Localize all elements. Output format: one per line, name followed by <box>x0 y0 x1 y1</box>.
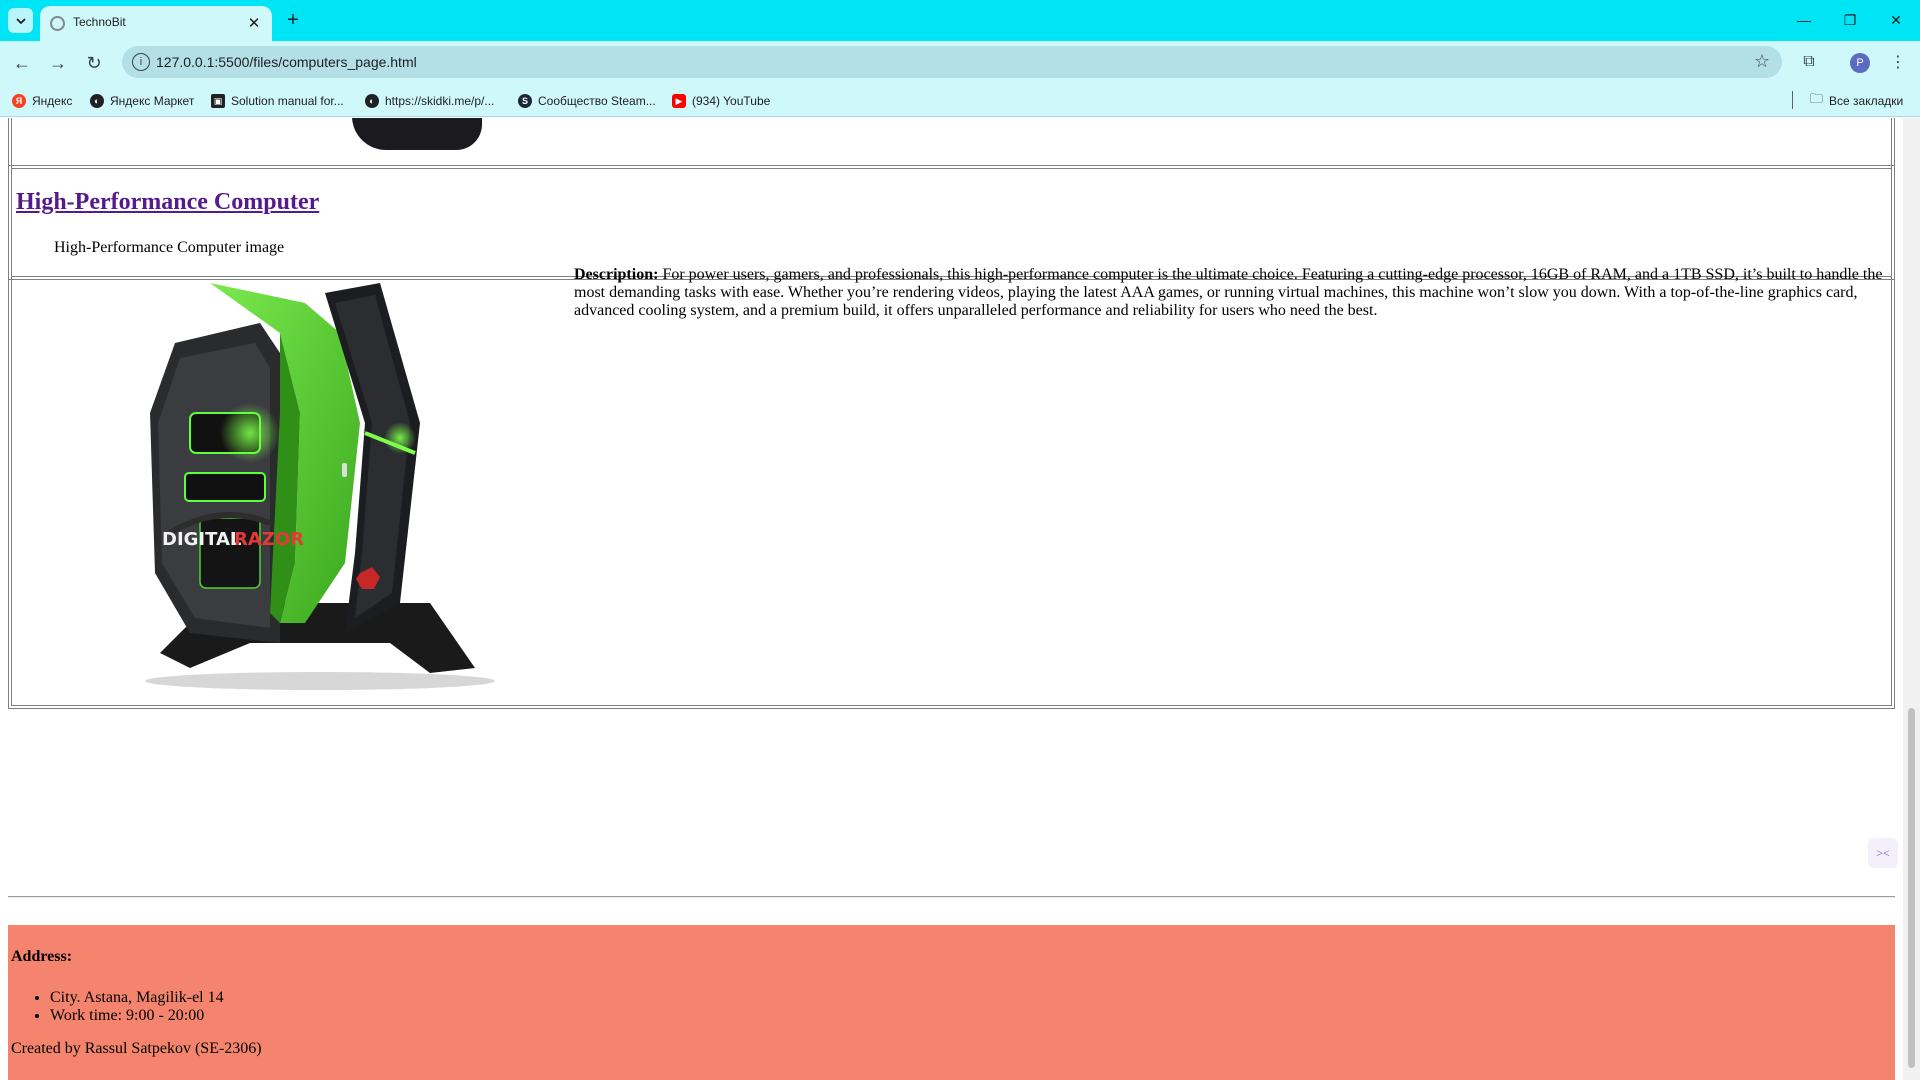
bookmark-label: Яндекс <box>32 94 73 108</box>
bookmark-label: (934) YouTube <box>692 94 771 108</box>
restore-icon[interactable]: ❐ <box>1834 8 1866 32</box>
site-icon: ▣ <box>211 94 225 108</box>
bookmark-label: Сообщество Steam... <box>538 94 656 108</box>
address-heading: Address: <box>11 948 73 965</box>
bookmark-label: Яндекс Маркет <box>110 94 195 108</box>
reload-icon[interactable]: ↻ <box>80 49 108 77</box>
product-cell: High-Performance Computer High-Performan… <box>11 168 1892 706</box>
bookmark-label: Все закладки <box>1829 94 1904 108</box>
previous-product-image <box>352 118 482 150</box>
bookmark-youtube[interactable]: ▶ (934) YouTube <box>672 92 770 110</box>
image-brand-text: DIGITAL <box>162 529 241 550</box>
close-window-icon[interactable]: ✕ <box>1880 8 1912 32</box>
site-footer: Address: City. Astana, Magilik-el 14 Wor… <box>8 925 1895 1080</box>
page-scrollbar[interactable] <box>1903 118 1920 1080</box>
bookmark-solution-manual[interactable]: ▣ Solution manual for... <box>211 92 344 110</box>
back-arrow-icon[interactable]: ← <box>8 49 36 77</box>
bookmarks-divider <box>1792 91 1793 109</box>
globe-icon <box>50 16 65 31</box>
site-info-icon[interactable]: i <box>132 53 150 71</box>
bookmark-yandex-market[interactable]: ◐ Яндекс Маркет <box>90 92 194 110</box>
globe-icon: ◐ <box>365 94 379 108</box>
steam-icon: S <box>518 94 532 108</box>
tab-technobit[interactable]: TechnoBit ✕ <box>40 6 272 41</box>
folder-icon: 🗀 <box>1810 91 1824 106</box>
address-item: City. Astana, Magilik-el 14 <box>50 989 224 1007</box>
tab-search-button[interactable] <box>8 8 33 33</box>
address-list: City. Astana, Magilik-el 14 Work time: 9… <box>50 989 224 1025</box>
menu-kebab-icon[interactable]: ⋮ <box>1886 50 1910 74</box>
work-time-item: Work time: 9:00 - 20:00 <box>50 1007 224 1025</box>
browser-toolbar: ← → ↻ i 127.0.0.1:5500/files/computers_p… <box>0 41 1920 83</box>
gaming-pc-image: DIGITAL RAZOR <box>145 283 495 690</box>
image-brand-accent: RAZOR <box>234 529 304 550</box>
bookmark-steam[interactable]: S Сообщество Steam... <box>518 92 656 110</box>
product-card: High-Performance Computer High-Performan… <box>8 165 1895 709</box>
youtube-icon: ▶ <box>672 94 686 108</box>
bookmark-label: https://skidki.me/p/... <box>385 94 495 108</box>
translate-widget-icon[interactable]: >< <box>1868 838 1898 868</box>
bookmark-star-icon[interactable]: ☆ <box>1754 51 1770 72</box>
author-credit: Created by Rassul Satpekov (SE-2306) <box>11 1040 262 1057</box>
extensions-icon[interactable]: ⧉ <box>1797 50 1821 74</box>
url-text[interactable]: 127.0.0.1:5500/files/computers_page.html <box>156 54 417 70</box>
image-alt-text: High-Performance Computer image <box>54 239 285 256</box>
close-tab-icon[interactable]: ✕ <box>244 13 264 33</box>
minimize-icon[interactable]: — <box>1788 8 1820 32</box>
new-tab-button[interactable]: + <box>282 9 304 31</box>
scrollbar-thumb[interactable] <box>1908 708 1915 1068</box>
tab-strip: TechnoBit ✕ + — ❐ ✕ <box>0 0 1920 41</box>
bookmarks-bar: Я Яндекс ◐ Яндекс Маркет ▣ Solution manu… <box>0 83 1920 117</box>
description-label: Description: <box>574 266 659 283</box>
profile-avatar[interactable]: P <box>1850 53 1870 73</box>
horizontal-divider <box>8 896 1895 898</box>
address-bar[interactable]: i 127.0.0.1:5500/files/computers_page.ht… <box>122 46 1782 78</box>
yandex-icon: Я <box>12 94 26 108</box>
description-text: For power users, gamers, and professiona… <box>574 266 1883 319</box>
page-viewport: High-Performance Computer High-Performan… <box>0 118 1903 1080</box>
bookmark-skidki[interactable]: ◐ https://skidki.me/p/... <box>365 92 494 110</box>
product-description: Description: For power users, gamers, an… <box>574 266 1896 320</box>
all-bookmarks-folder[interactable]: 🗀 Все закладки <box>1810 91 1904 110</box>
forward-arrow-icon[interactable]: → <box>44 49 72 77</box>
bookmark-yandex[interactable]: Я Яндекс <box>12 92 72 110</box>
tab-title: TechnoBit <box>73 15 126 29</box>
product-title-link[interactable]: High-Performance Computer <box>16 189 319 216</box>
globe-icon: ◐ <box>90 94 104 108</box>
bookmark-label: Solution manual for... <box>231 94 344 108</box>
chevron-down-icon <box>15 17 26 24</box>
